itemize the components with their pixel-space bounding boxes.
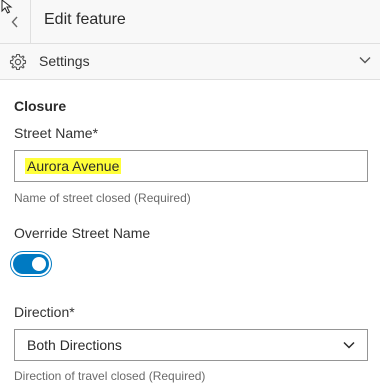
street-name-value: Aurora Avenue [25, 158, 122, 174]
override-street-name-label: Override Street Name [14, 225, 151, 241]
chevron-left-icon [11, 16, 18, 27]
chevron-down-icon [343, 341, 355, 349]
direction-label: Direction* [14, 304, 75, 320]
street-name-hint: Name of street closed (Required) [14, 191, 191, 205]
mouse-cursor-icon [1, 0, 13, 14]
street-name-input[interactable]: Aurora Avenue [14, 150, 368, 182]
gear-icon [9, 53, 27, 71]
direction-select[interactable]: Both Directions [14, 329, 368, 361]
chevron-down-icon [359, 57, 371, 64]
toggle-knob [32, 257, 46, 271]
settings-label: Settings [39, 53, 90, 69]
street-name-label: Street Name* [14, 125, 99, 141]
group-title: Closure [14, 98, 67, 114]
direction-selected-value: Both Directions [27, 337, 122, 353]
direction-hint: Direction of travel closed (Required) [14, 369, 206, 383]
override-street-name-toggle[interactable] [13, 254, 49, 274]
panel-header: Edit feature [0, 0, 380, 44]
page-title: Edit feature [44, 11, 126, 28]
settings-section-toggle[interactable]: Settings [0, 44, 380, 80]
